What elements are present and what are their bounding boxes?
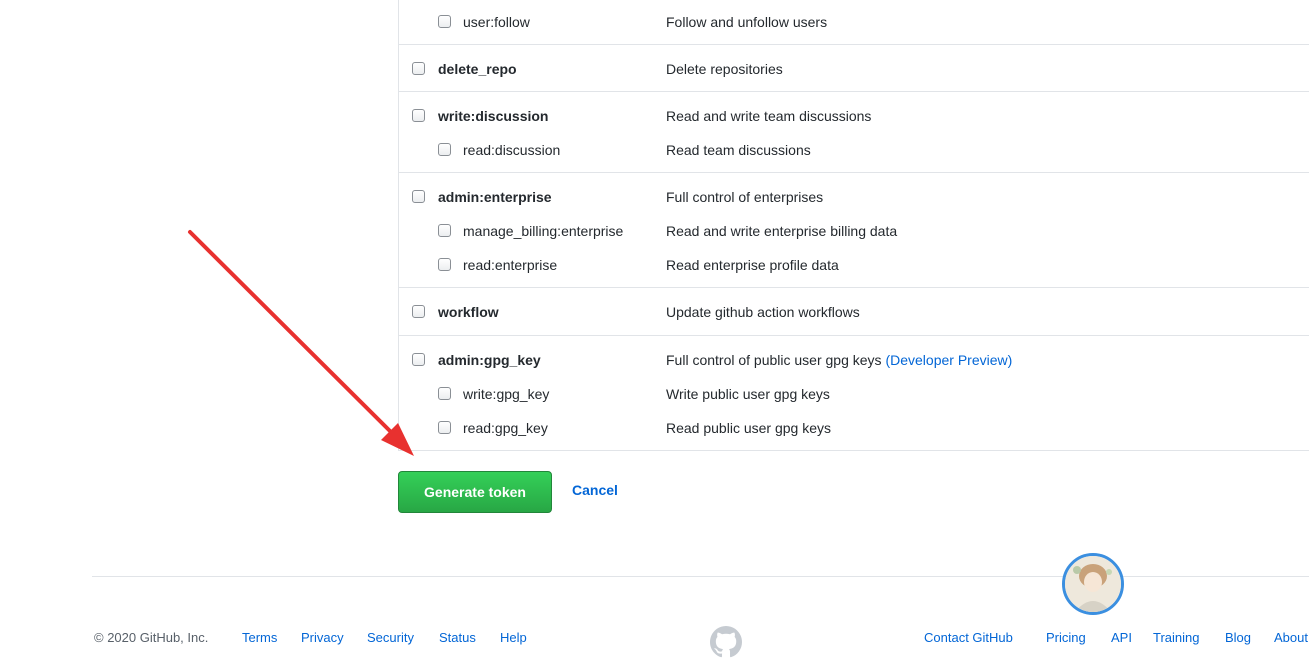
scope-description: Update github action workflows <box>666 304 860 320</box>
scope-name: delete_repo <box>438 60 517 77</box>
user-avatar[interactable] <box>1062 553 1124 615</box>
scope-row-write-discussion: write:discussion Read and write team dis… <box>399 99 1309 133</box>
read-discussion-checkbox[interactable] <box>438 143 451 156</box>
write-gpg-checkbox[interactable] <box>438 387 451 400</box>
scope-description-text: Full control of public user gpg keys <box>666 352 882 368</box>
footer-link-about[interactable]: About <box>1274 630 1308 645</box>
scope-name: user:follow <box>463 14 530 30</box>
footer-link-help[interactable]: Help <box>500 630 527 645</box>
scope-name: manage_billing:enterprise <box>463 223 624 239</box>
scope-name: read:discussion <box>463 142 561 158</box>
footer-link-privacy[interactable]: Privacy <box>301 630 344 645</box>
manage-billing-checkbox[interactable] <box>438 224 451 237</box>
scope-description: Read team discussions <box>666 142 811 158</box>
read-enterprise-checkbox[interactable] <box>438 258 451 271</box>
scope-group-user: user:follow Follow and unfollow users <box>399 0 1309 45</box>
scope-description: Read and write enterprise billing data <box>666 223 898 239</box>
admin-enterprise-checkbox[interactable] <box>412 190 425 203</box>
footer-divider <box>92 576 1309 577</box>
scope-row-admin-gpg: admin:gpg_key Full control of public use… <box>399 343 1309 377</box>
footer-link-security[interactable]: Security <box>367 630 414 645</box>
github-octocat-icon[interactable] <box>710 626 742 658</box>
footer-link-status[interactable]: Status <box>439 630 476 645</box>
workflow-checkbox[interactable] <box>412 305 425 318</box>
scope-name: read:gpg_key <box>463 420 548 436</box>
scope-row-read-discussion: read:discussion Read team discussions <box>399 133 1309 167</box>
scope-description: Read enterprise profile data <box>666 257 839 273</box>
delete-repo-checkbox[interactable] <box>412 61 425 75</box>
developer-preview-link[interactable]: (Developer Preview) <box>885 352 1012 368</box>
scope-group-gpg: admin:gpg_key Full control of public use… <box>399 336 1309 451</box>
footer: © 2020 GitHub, Inc. Terms Privacy Securi… <box>0 630 1309 652</box>
scope-row-admin-enterprise: admin:enterprise Full control of enterpr… <box>399 180 1309 214</box>
scope-name: workflow <box>438 304 499 320</box>
scopes-table: user:follow Follow and unfollow users de… <box>398 0 1309 451</box>
footer-link-pricing[interactable]: Pricing <box>1046 630 1086 645</box>
user-follow-checkbox[interactable] <box>438 15 451 28</box>
footer-link-contact[interactable]: Contact GitHub <box>924 630 1013 645</box>
scope-description: Follow and unfollow users <box>666 14 828 30</box>
read-gpg-checkbox[interactable] <box>438 421 451 434</box>
scope-row-workflow: workflow Update github action workflows <box>399 288 1309 336</box>
scope-row-write-gpg: write:gpg_key Write public user gpg keys <box>399 377 1309 411</box>
scope-group-discussion: write:discussion Read and write team dis… <box>399 92 1309 173</box>
scope-name: write:gpg_key <box>463 386 550 402</box>
scope-description: Read and write team discussions <box>666 108 872 124</box>
scope-row-read-gpg: read:gpg_key Read public user gpg keys <box>399 411 1309 445</box>
write-discussion-checkbox[interactable] <box>412 109 425 122</box>
admin-gpg-checkbox[interactable] <box>412 353 425 366</box>
scope-name: admin:enterprise <box>438 189 552 205</box>
scope-name: admin:gpg_key <box>438 352 541 368</box>
scope-description: Write public user gpg keys <box>666 386 830 402</box>
footer-link-training[interactable]: Training <box>1153 630 1199 645</box>
scope-row-manage-billing: manage_billing:enterprise Read and write… <box>399 214 1309 248</box>
scope-description: Read public user gpg keys <box>666 420 831 436</box>
scope-row-delete-repo: delete_repo Delete repositories <box>399 45 1309 92</box>
scope-group-workflow: workflow Update github action workflows <box>399 288 1309 336</box>
scope-description: Full control of public user gpg keys (De… <box>666 352 1012 368</box>
scope-group-delete-repo: delete_repo Delete repositories <box>399 45 1309 92</box>
copyright-text: © 2020 GitHub, Inc. <box>94 630 209 645</box>
footer-link-terms[interactable]: Terms <box>242 630 277 645</box>
scope-row-read-enterprise: read:enterprise Read enterprise profile … <box>399 248 1309 282</box>
generate-token-button[interactable]: Generate token <box>398 471 552 513</box>
footer-link-blog[interactable]: Blog <box>1225 630 1251 645</box>
scope-name: write:discussion <box>438 108 549 124</box>
scope-row-user-follow: user:follow Follow and unfollow users <box>399 0 1309 44</box>
scope-description: Delete repositories <box>666 60 783 77</box>
scope-name: read:enterprise <box>463 257 558 273</box>
footer-link-api[interactable]: API <box>1111 630 1132 645</box>
cancel-link[interactable]: Cancel <box>572 482 618 498</box>
token-scopes-page: user:follow Follow and unfollow users de… <box>0 0 1309 670</box>
scope-description: Full control of enterprises <box>666 189 824 205</box>
scope-group-enterprise: admin:enterprise Full control of enterpr… <box>399 173 1309 288</box>
